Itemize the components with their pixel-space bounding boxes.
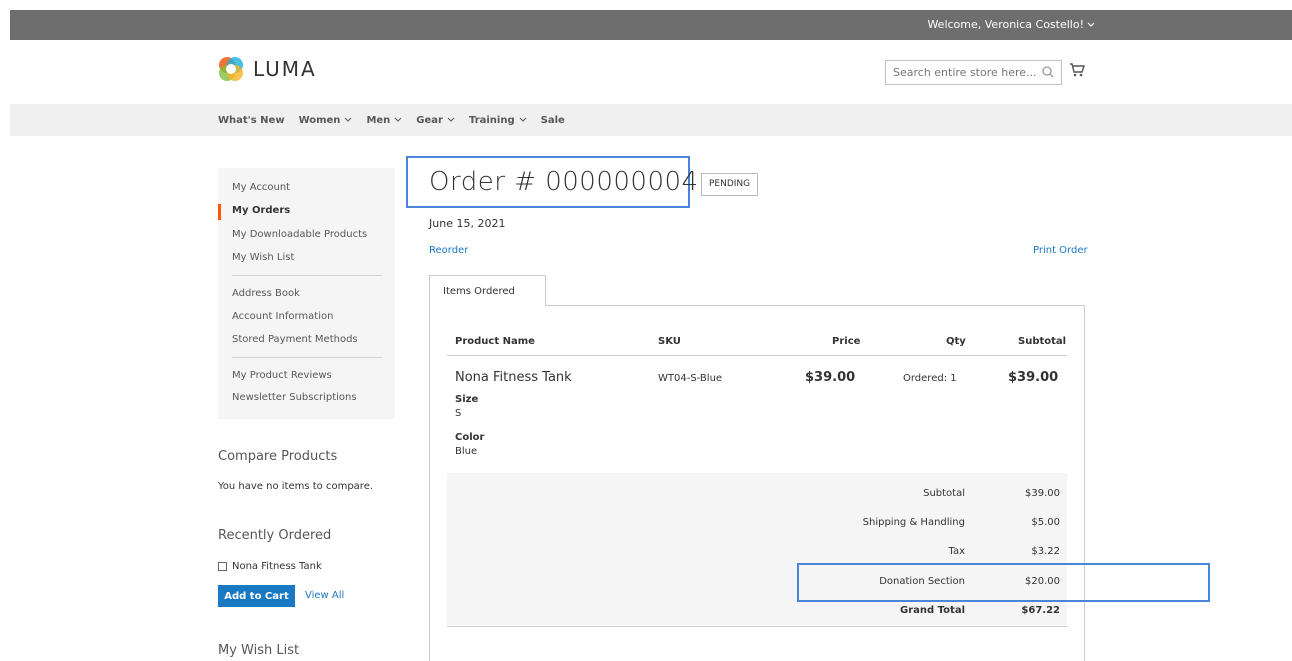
totals-divider	[447, 626, 1067, 627]
col-header-subtotal: Subtotal	[1018, 336, 1067, 347]
sidebar-item-my-account[interactable]: My Account	[232, 182, 290, 193]
product-price: $39.00	[805, 370, 856, 385]
top-bar: Welcome, Veronica Costello!	[10, 10, 1292, 40]
tab-items-ordered[interactable]: Items Ordered	[429, 275, 546, 306]
sidebar-item-product-reviews[interactable]: My Product Reviews	[232, 370, 332, 381]
col-header-price: Price	[832, 336, 861, 347]
option-label-size: Size	[455, 394, 479, 405]
logo-text: LUMA	[253, 57, 317, 81]
nav-gear[interactable]: Gear	[416, 115, 455, 126]
total-value-grand: $67.22	[1021, 605, 1060, 616]
chevron-down-icon	[519, 117, 526, 122]
compare-title: Compare Products	[218, 449, 338, 464]
total-value-tax: $3.22	[1031, 546, 1060, 557]
col-header-product: Product Name	[455, 336, 535, 347]
nav-training[interactable]: Training	[469, 115, 527, 126]
welcome-menu[interactable]: Welcome, Veronica Costello!	[927, 18, 1095, 31]
welcome-text: Welcome, Veronica Costello!	[927, 18, 1084, 31]
total-value-subtotal: $39.00	[1025, 488, 1060, 499]
add-to-cart-button[interactable]: Add to Cart	[218, 585, 295, 607]
active-indicator	[218, 204, 221, 220]
luma-logo-icon	[219, 57, 243, 81]
sidebar-item-downloadable[interactable]: My Downloadable Products	[232, 229, 367, 240]
col-header-sku: SKU	[658, 336, 681, 347]
total-label-subtotal: Subtotal	[923, 488, 965, 499]
sidebar-item-wish-list[interactable]: My Wish List	[232, 252, 294, 263]
total-label-grand: Grand Total	[900, 605, 965, 616]
checkbox[interactable]	[218, 562, 227, 571]
nav-label: Gear	[416, 114, 443, 126]
nav-men[interactable]: Men	[366, 115, 402, 126]
sidebar-divider	[232, 275, 382, 276]
total-value-shipping: $5.00	[1031, 517, 1060, 528]
chevron-down-icon	[345, 117, 352, 122]
order-date: June 15, 2021	[429, 217, 506, 230]
reorder-link[interactable]: Reorder	[429, 245, 468, 256]
nav-women[interactable]: Women	[299, 115, 353, 126]
order-totals	[447, 473, 1067, 625]
sidebar-item-account-info[interactable]: Account Information	[232, 311, 333, 322]
chevron-down-icon	[394, 117, 402, 122]
nav-label: What's New	[218, 114, 285, 126]
nav-sale[interactable]: Sale	[541, 115, 565, 126]
recent-item-label: Nona Fitness Tank	[232, 561, 322, 572]
main-nav: What's New Women Men Gear Training Sale	[10, 104, 1292, 136]
header-divider	[447, 355, 1067, 356]
view-all-link[interactable]: View All	[305, 590, 344, 601]
total-label-shipping: Shipping & Handling	[862, 517, 965, 528]
product-sku: WT04-S-Blue	[658, 373, 723, 384]
search-input[interactable]	[886, 61, 1036, 84]
sidebar-item-address-book[interactable]: Address Book	[232, 288, 300, 299]
nav-label: Training	[468, 114, 515, 126]
highlight-box-donation	[797, 563, 1210, 602]
wishlist-title: My Wish List	[218, 643, 300, 658]
search-box	[885, 60, 1062, 85]
product-qty: Ordered: 1	[903, 373, 957, 384]
option-value-color: Blue	[455, 446, 478, 457]
chevron-down-icon	[1087, 22, 1095, 27]
compare-text: You have no items to compare.	[218, 481, 374, 492]
cart-icon[interactable]	[1069, 62, 1085, 78]
header: LUMA	[0, 40, 1292, 104]
product-subtotal: $39.00	[1008, 370, 1059, 385]
option-label-color: Color	[455, 432, 485, 443]
sidebar-divider	[232, 357, 382, 358]
recent-title: Recently Ordered	[218, 528, 332, 543]
option-value-size: S	[455, 408, 462, 419]
chevron-down-icon	[447, 117, 455, 122]
page-title: Order # 000000004	[429, 167, 699, 197]
sidebar-item-payment-methods[interactable]: Stored Payment Methods	[232, 334, 358, 345]
search-icon[interactable]	[1041, 65, 1055, 79]
print-order-link[interactable]: Print Order	[1033, 245, 1088, 256]
nav-label: Women	[298, 114, 341, 126]
sidebar-item-my-orders: My Orders	[232, 205, 291, 216]
nav-label: Sale	[540, 114, 565, 126]
product-name: Nona Fitness Tank	[455, 370, 572, 385]
sidebar-item-newsletter[interactable]: Newsletter Subscriptions	[232, 392, 357, 403]
col-header-qty: Qty	[946, 336, 966, 347]
status-badge: PENDING	[701, 173, 759, 196]
recent-item[interactable]: Nona Fitness Tank	[218, 561, 322, 572]
nav-whats-new[interactable]: What's New	[218, 115, 285, 126]
nav-label: Men	[366, 114, 391, 126]
total-label-tax: Tax	[948, 546, 966, 557]
luma-logo[interactable]: LUMA	[218, 56, 317, 82]
